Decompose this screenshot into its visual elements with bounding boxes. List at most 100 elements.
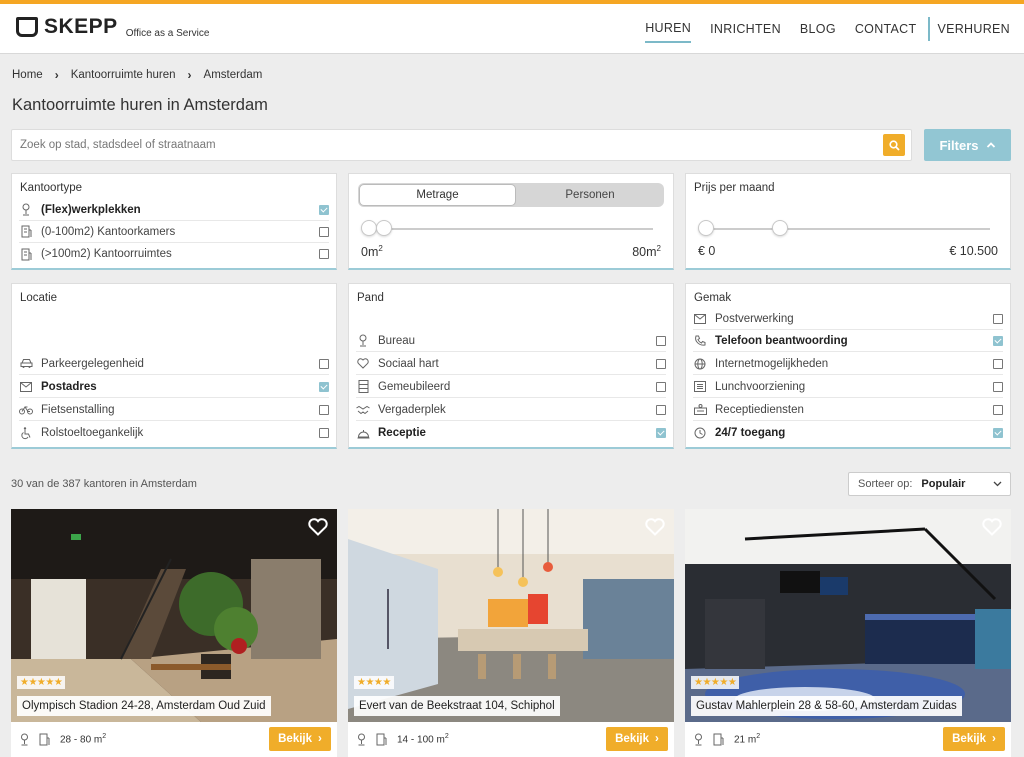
filter-label: Internetmogelijkheden — [715, 357, 829, 370]
handshake-icon — [356, 403, 370, 417]
checkbox[interactable] — [656, 404, 666, 415]
filter-gemeubileerd[interactable]: Gemeubileerd — [356, 376, 666, 398]
office-card[interactable]: ★★★★ Evert van de Beekstraat 104, Schiph… — [348, 509, 674, 757]
filter-label: Bureau — [378, 334, 416, 347]
breadcrumb-kantoorruimte[interactable]: Kantoorruimte huren — [71, 69, 176, 81]
nav-blog[interactable]: BLOG — [800, 22, 836, 42]
filter-label: Postadres — [41, 380, 97, 393]
bekijk-label: Bekijk — [278, 733, 313, 745]
search-button[interactable] — [883, 134, 905, 156]
checkbox[interactable] — [319, 428, 329, 438]
filter-sociaal-hart[interactable]: Sociaal hart — [356, 353, 666, 375]
checkbox-checked[interactable] — [656, 428, 666, 438]
heart-icon — [356, 357, 370, 371]
bell-icon — [356, 426, 370, 440]
prijs-slider-max-handle[interactable] — [772, 220, 788, 236]
prijs-slider-min-handle[interactable] — [698, 220, 714, 236]
bicycle-icon — [19, 403, 33, 417]
clock-icon — [693, 426, 707, 440]
results-count: 30 van de 387 kantoren in Amsterdam — [11, 478, 197, 490]
logo[interactable]: SKEPP Office as a Service — [16, 16, 209, 39]
kantoortype-title: Kantoortype — [20, 182, 83, 194]
desk-lamp-icon — [19, 733, 30, 746]
checkbox-checked[interactable] — [319, 204, 329, 215]
filter-lunchvoorziening[interactable]: Lunchvoorziening — [693, 376, 1003, 398]
bekijk-button[interactable]: Bekijk › — [943, 727, 1005, 751]
filter-label: Lunchvoorziening — [715, 380, 806, 393]
checkbox[interactable] — [319, 249, 329, 259]
metrage-max-value: 80m2 — [632, 244, 661, 259]
office-photo[interactable]: ★★★★★ Gustav Mahlerplein 28 & 58-60, Ams… — [685, 509, 1011, 722]
checkbox[interactable] — [319, 404, 329, 415]
site-header: SKEPP Office as a Service HUREN INRICHTE… — [0, 4, 1024, 54]
filter-label: Postverwerking — [715, 312, 794, 325]
bekijk-button[interactable]: Bekijk › — [269, 727, 331, 751]
mail-icon — [693, 312, 707, 326]
office-photo[interactable]: ★★★★ Evert van de Beekstraat 104, Schiph… — [348, 509, 674, 722]
breadcrumb-home[interactable]: Home — [12, 69, 43, 81]
desk-lamp-icon — [356, 334, 370, 348]
rating-stars: ★★★★★ — [691, 676, 740, 689]
checkbox-checked[interactable] — [993, 428, 1003, 438]
filter-receptiediensten[interactable]: Receptiediensten — [693, 399, 1003, 421]
metrage-slider-max-handle[interactable] — [376, 220, 392, 236]
nav-huren[interactable]: HUREN — [645, 21, 692, 43]
office-size: 14 - 100 m2 — [397, 733, 449, 745]
filter-vergaderplek[interactable]: Vergaderplek — [356, 399, 666, 421]
filter-bureau[interactable]: Bureau — [356, 330, 666, 352]
checkbox[interactable] — [319, 226, 329, 237]
filters-button[interactable]: Filters — [924, 129, 1011, 161]
filter-fietsenstalling[interactable]: Fietsenstalling — [19, 399, 329, 421]
checkbox[interactable] — [656, 358, 666, 369]
nav-inrichten[interactable]: INRICHTEN — [710, 22, 781, 42]
toggle-personen[interactable]: Personen — [516, 183, 664, 207]
filter-rolstoeltoegankelijk[interactable]: Rolstoeltoegankelijk — [19, 422, 329, 444]
search-input[interactable]: Zoek op stad, stadsdeel of straatnaam — [11, 129, 912, 161]
checkbox-checked[interactable] — [993, 335, 1003, 346]
card-footer: 28 - 80 m2 Bekijk › — [11, 722, 337, 757]
car-icon — [19, 357, 33, 371]
filter-postadres[interactable]: Postadres — [19, 376, 329, 398]
favorite-heart-icon[interactable] — [645, 518, 665, 536]
office-size: 28 - 80 m2 — [60, 733, 106, 745]
favorite-heart-icon[interactable] — [982, 518, 1002, 536]
nav-contact[interactable]: CONTACT — [855, 22, 917, 42]
checkbox[interactable] — [993, 381, 1003, 392]
checkbox[interactable] — [656, 335, 666, 346]
building-icon — [712, 733, 724, 746]
metrage-slider-min-handle[interactable] — [361, 220, 377, 236]
office-card[interactable]: ★★★★★ Gustav Mahlerplein 28 & 58-60, Ams… — [685, 509, 1011, 757]
office-size: 21 m2 — [734, 733, 760, 745]
filter-flexwerkplekken[interactable]: (Flex)werkplekken — [19, 199, 329, 221]
filter-label: Receptie — [378, 427, 426, 439]
filter-internetmogelijkheden[interactable]: Internetmogelijkheden — [693, 353, 1003, 375]
toggle-metrage[interactable]: Metrage — [359, 184, 516, 206]
checkbox[interactable] — [993, 313, 1003, 324]
office-photo[interactable]: ★★★★★ Olympisch Stadion 24-28, Amsterdam… — [11, 509, 337, 722]
phone-icon — [693, 334, 707, 348]
filter-receptie[interactable]: Receptie — [356, 422, 666, 444]
filter-label: (0-100m2) Kantoorkamers — [41, 225, 176, 238]
bekijk-button[interactable]: Bekijk › — [606, 727, 668, 751]
nav-verhuren[interactable]: VERHUREN — [937, 22, 1010, 42]
sort-select[interactable]: Sorteer op: Populair — [848, 472, 1011, 496]
chevron-right-icon: › — [187, 68, 192, 82]
breadcrumb-amsterdam[interactable]: Amsterdam — [204, 69, 263, 81]
favorite-heart-icon[interactable] — [308, 518, 328, 536]
filter-parkeergelegenheid[interactable]: Parkeergelegenheid — [19, 353, 329, 375]
checkbox[interactable] — [993, 404, 1003, 415]
filter-postverwerking[interactable]: Postverwerking — [693, 308, 1003, 330]
filter-kantoorkamers[interactable]: (0-100m2) Kantoorkamers — [19, 221, 329, 243]
filter-label: (Flex)werkplekken — [41, 203, 141, 216]
main-nav: HUREN INRICHTEN BLOG CONTACT VERHUREN — [626, 4, 1010, 54]
filter-kantoorruimtes[interactable]: (>100m2) Kantoorruimtes — [19, 243, 329, 265]
checkbox-checked[interactable] — [319, 381, 329, 392]
checkbox[interactable] — [319, 358, 329, 369]
checkbox[interactable] — [656, 381, 666, 392]
filter-24-7-toegang[interactable]: 24/7 toegang — [693, 422, 1003, 444]
office-card[interactable]: ★★★★★ Olympisch Stadion 24-28, Amsterdam… — [11, 509, 337, 757]
kantoortype-panel: Kantoortype (Flex)werkplekken (0-100m2) … — [11, 173, 337, 270]
filter-label: Telefoon beantwoording — [715, 334, 848, 347]
filter-telefoon-beantwoording[interactable]: Telefoon beantwoording — [693, 330, 1003, 352]
checkbox[interactable] — [993, 358, 1003, 369]
